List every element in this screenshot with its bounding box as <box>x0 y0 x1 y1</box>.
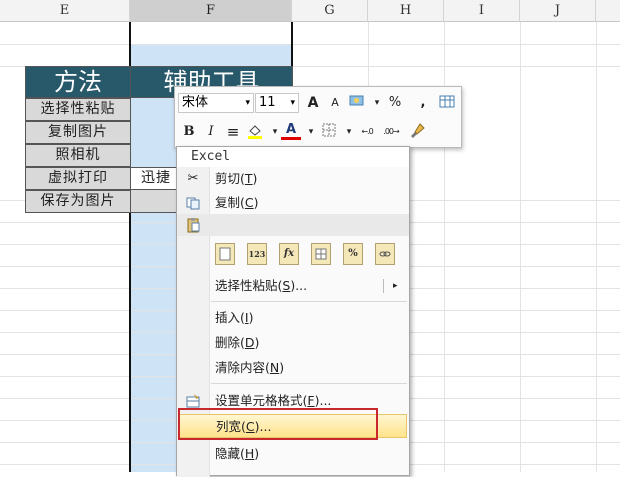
menu-item-copy[interactable]: 复制(C) <box>177 192 409 214</box>
border-grid-icon <box>322 123 336 137</box>
decrease-decimal-icon[interactable]: .00→ <box>381 122 401 142</box>
table-row-method-5[interactable]: 保存为图片 <box>25 190 131 213</box>
menu-item-format-cells-end: )... <box>314 393 332 408</box>
table-cell-tool-5[interactable] <box>130 190 180 213</box>
copy-icon <box>185 195 201 211</box>
percent-style-button[interactable]: % <box>385 93 405 113</box>
menu-item-clear-label: 清除内容( <box>215 360 270 375</box>
paste-icon[interactable] <box>215 243 235 265</box>
menu-separator <box>211 301 407 302</box>
format-painter-button[interactable] <box>407 122 427 142</box>
menu-item-delete-end: ) <box>254 335 260 350</box>
font-name-dropdown[interactable]: 宋体 ▾ <box>178 93 254 113</box>
font-size-dropdown[interactable]: 11 ▾ <box>255 93 299 113</box>
borders-button[interactable] <box>319 122 339 142</box>
table-row-method-4[interactable]: 虚拟打印 <box>25 167 131 190</box>
menu-item-cut-label: 剪切( <box>215 171 245 186</box>
paste-options-header <box>177 214 409 236</box>
menu-item-delete[interactable]: 删除(D) <box>177 332 409 354</box>
column-header-i[interactable]: I <box>444 0 520 22</box>
chevron-right-icon: ▸ <box>393 281 398 291</box>
grow-font-button[interactable]: A <box>303 93 323 113</box>
bold-button[interactable]: B <box>179 122 199 142</box>
gridline <box>0 44 620 45</box>
table-row-method-3[interactable]: 照相机 <box>25 144 131 167</box>
column-header-g[interactable]: G <box>292 0 368 22</box>
chevron-down-icon: ▾ <box>290 98 295 108</box>
font-size-value: 11 <box>259 95 276 110</box>
menu-item-insert-label: 插入( <box>215 310 245 325</box>
menu-item-format-cells-key: F <box>307 393 315 408</box>
mini-toolbar: 宋体 ▾ 11 ▾ A A ▾ % , B I ≡ ▾ A ▾ ▾ ←.0 .0… <box>174 86 462 148</box>
table-row-method-1[interactable]: 选择性粘贴 <box>25 98 131 121</box>
accounting-format-button[interactable] <box>347 93 367 113</box>
menu-item-copy-label: 复制( <box>215 195 245 210</box>
menu-item-delete-label: 删除( <box>215 335 245 350</box>
format-cells-icon <box>185 393 201 409</box>
paste-link-icon[interactable] <box>375 243 395 265</box>
menu-item-cut-end: ) <box>252 171 258 186</box>
menu-item-paste-special[interactable]: 选择性粘贴(S)... ▸ <box>177 275 409 297</box>
column-header-e[interactable]: E <box>0 0 130 22</box>
menu-item-clear-end: ) <box>279 360 285 375</box>
chevron-down-icon[interactable]: ▾ <box>339 122 359 142</box>
scissors-icon: ✂ <box>187 171 199 186</box>
currency-icon <box>349 95 364 106</box>
cell-f1[interactable] <box>130 22 292 44</box>
paste-values-icon[interactable]: 123 <box>247 243 267 265</box>
gridline <box>520 22 521 472</box>
shrink-font-button[interactable]: A <box>325 93 345 113</box>
submenu-divider <box>383 279 384 293</box>
paste-transpose-icon[interactable] <box>311 243 331 265</box>
table-cell-tool-4[interactable]: 迅捷 <box>130 167 180 190</box>
menu-item-insert[interactable]: 插入(I) <box>177 307 409 329</box>
chevron-down-icon[interactable]: ▾ <box>367 93 387 113</box>
menu-item-insert-end: ) <box>248 310 254 325</box>
paste-formatting-icon[interactable]: % <box>343 243 363 265</box>
paintbrush-icon <box>411 123 425 138</box>
menu-item-paste-special-end: )... <box>290 278 308 293</box>
paste-formulas-icon[interactable]: fx <box>279 243 299 265</box>
gridline <box>596 22 597 472</box>
menu-item-hide-label: 隐藏( <box>215 446 245 461</box>
highlight-annotation-box <box>178 408 378 440</box>
comma-style-button[interactable]: , <box>413 93 433 113</box>
font-color-button[interactable]: A <box>281 122 301 140</box>
menu-item-clear-contents[interactable]: 清除内容(N) <box>177 357 409 379</box>
menu-item-cut-key: T <box>244 171 253 186</box>
column-header-h[interactable]: H <box>368 0 444 22</box>
paste-options-row: 123 fx % <box>215 243 405 269</box>
table-header-method[interactable]: 方法 <box>25 66 131 98</box>
menu-item-hide[interactable]: 隐藏(H) <box>177 443 409 465</box>
align-center-icon[interactable]: ≡ <box>223 122 243 142</box>
menu-item-delete-key: D <box>244 335 255 350</box>
menu-item-copy-end: ) <box>253 195 259 210</box>
menu-item-copy-key: C <box>244 195 254 210</box>
format-painter-table-button[interactable] <box>437 93 457 113</box>
chevron-down-icon[interactable]: ▾ <box>301 122 321 142</box>
column-header-j[interactable]: J <box>520 0 596 22</box>
menu-item-paste-special-label: 选择性粘贴( <box>215 278 283 293</box>
increase-decimal-icon[interactable]: ←.0 <box>357 122 377 142</box>
font-name-value: 宋体 <box>182 95 209 110</box>
menu-item-cut[interactable]: ✂ 剪切(T) <box>177 168 409 190</box>
table-row-method-2[interactable]: 复制图片 <box>25 121 131 144</box>
menu-separator <box>211 383 407 384</box>
menu-item-hide-key: H <box>244 446 255 461</box>
fill-color-button[interactable] <box>245 122 265 142</box>
menu-item-hide-end: ) <box>254 446 260 461</box>
clipboard-icon <box>185 217 201 233</box>
fill-bucket-icon <box>248 125 262 139</box>
context-menu-title: Excel <box>177 147 409 167</box>
column-header-k[interactable] <box>596 0 620 22</box>
italic-button[interactable]: I <box>201 122 221 142</box>
column-header-f[interactable]: F <box>130 0 292 22</box>
chevron-down-icon: ▾ <box>245 98 250 108</box>
table-icon <box>439 95 455 108</box>
menu-item-clear-key: N <box>269 360 280 375</box>
menu-item-format-cells-label: 设置单元格格式( <box>215 393 308 408</box>
